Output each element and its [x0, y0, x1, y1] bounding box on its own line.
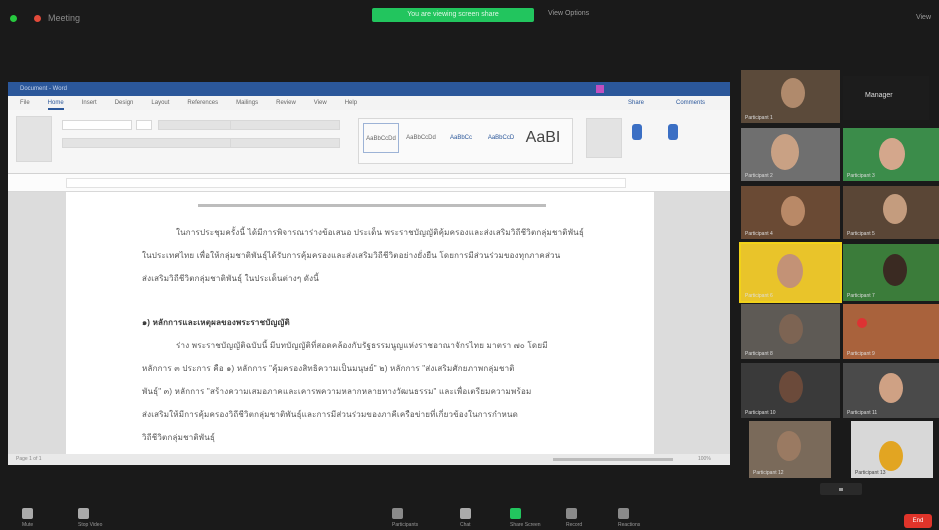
user-avatar-icon[interactable] — [596, 85, 604, 93]
menu-view[interactable]: View — [314, 96, 327, 110]
participant-tile[interactable]: Participant 2 — [741, 128, 840, 181]
shared-word-window[interactable]: Document - Word File Home Insert Design … — [8, 82, 730, 465]
video-icon — [78, 508, 89, 519]
styles-gallery[interactable]: AaBbCcDd AaBbCcDd AaBbCc AaBbCcD AaBI — [358, 118, 573, 164]
participant-tile[interactable]: Participant 5 — [843, 186, 939, 239]
mute-button[interactable]: Mute — [22, 508, 33, 528]
reactions-icon — [618, 508, 629, 519]
share-screen-button[interactable]: Share Screen — [510, 508, 541, 528]
word-comments-button[interactable]: Comments — [676, 96, 705, 110]
menu-references[interactable]: References — [187, 96, 218, 110]
word-share-button[interactable]: Share — [628, 96, 644, 110]
participant-tile[interactable]: Participant 3 — [843, 128, 939, 181]
document-area[interactable]: ในการประชุมครั้งนี้ ได้มีการพิจารณาร่างข… — [8, 192, 730, 454]
video-button[interactable]: Stop Video — [78, 508, 102, 528]
chat-button[interactable]: Chat — [460, 508, 471, 528]
recording-icon — [34, 15, 41, 22]
word-ribbon: AaBbCcDd AaBbCcDd AaBbCc AaBbCcD AaBI — [8, 110, 730, 174]
participant-tile[interactable]: Participant 8 — [741, 304, 840, 359]
record-button[interactable]: Record — [566, 508, 582, 528]
alignment-buttons[interactable] — [230, 138, 340, 148]
page-count: Page 1 of 1 — [16, 456, 42, 462]
font-name-field[interactable] — [62, 120, 132, 130]
editing-group[interactable] — [586, 118, 622, 158]
doc-p2-line1: ร่าง พระราชบัญญัติฉบับนี้ มีบทบัญญัติที่… — [176, 341, 548, 350]
window-control-icon[interactable] — [10, 15, 17, 22]
doc-p2-line3: พันธุ์" ๓) หลักการ "สร้างความเสมอภาคและเ… — [142, 387, 532, 396]
zoom-level: 100% — [698, 456, 711, 462]
menu-home[interactable]: Home — [47, 96, 64, 110]
reactions-button[interactable]: Reactions — [618, 508, 640, 528]
paste-button[interactable] — [16, 116, 52, 162]
separator-line — [198, 204, 546, 207]
word-title-bar: Document - Word — [8, 82, 730, 96]
menu-design[interactable]: Design — [115, 96, 134, 110]
gallery-next-page-button[interactable] — [820, 483, 862, 495]
style-title[interactable]: AaBI — [525, 123, 561, 153]
editor-icon[interactable] — [668, 124, 678, 140]
participant-tile[interactable]: Participant 4 — [741, 186, 840, 239]
menu-layout[interactable]: Layout — [151, 96, 169, 110]
style-heading-2[interactable]: AaBbCcD — [483, 123, 519, 153]
font-size-field[interactable] — [136, 120, 152, 130]
meeting-window: Meeting You are viewing screen share Vie… — [0, 0, 939, 530]
doc-p2-line2: หลักการ ๓ ประการ คือ ๑) หลักการ "คุ้มครอ… — [142, 364, 515, 373]
view-options-button[interactable]: View Options — [548, 10, 589, 17]
doc-p1-line3: ส่งเสริมวิถีชีวิตกลุ่มชาติพันธุ์ ในประเด… — [142, 274, 319, 283]
zoom-slider[interactable] — [553, 458, 673, 461]
document-page[interactable]: ในการประชุมครั้งนี้ ได้มีการพิจารณาร่างข… — [66, 192, 654, 454]
view-button[interactable]: View — [916, 14, 931, 21]
mic-icon — [22, 508, 33, 519]
doc-heading: ๑) หลักการและเหตุผลของพระราชบัญญัติ — [142, 318, 290, 327]
style-no-spacing[interactable]: AaBbCcDd — [403, 123, 439, 153]
participant-tile[interactable]: Participant 9 — [843, 304, 939, 359]
participant-tile[interactable]: Participant 7 — [843, 244, 939, 301]
chevron-down-icon — [839, 488, 843, 491]
participant-tile[interactable]: Participant 11 — [843, 363, 939, 418]
participants-icon — [392, 508, 403, 519]
meeting-toolbar: Mute Stop Video Participants Chat Share … — [0, 500, 939, 530]
participant-tile[interactable]: Participant 12 — [749, 421, 831, 478]
record-icon — [566, 508, 577, 519]
menu-insert[interactable]: Insert — [82, 96, 97, 110]
doc-p1-line1: ในการประชุมครั้งนี้ ได้มีการพิจารณาร่างข… — [176, 228, 584, 237]
ruler[interactable] — [8, 174, 730, 192]
participant-tile[interactable]: Participant 10 — [741, 363, 840, 418]
active-speaker-tile[interactable]: Participant 6 — [739, 242, 842, 303]
style-normal[interactable]: AaBbCcDd — [363, 123, 399, 153]
doc-p2-line4: ส่งเสริมให้มีการคุ้มครองวิถีชีวิตกลุ่มชา… — [142, 410, 519, 419]
end-meeting-button[interactable]: End — [904, 514, 932, 528]
participant-tile[interactable]: Participant 1 — [741, 70, 840, 123]
doc-p2-line5: วิถีชีวิตกลุ่มชาติพันธุ์ — [142, 433, 216, 442]
menu-review[interactable]: Review — [276, 96, 296, 110]
active-speaker-name: Manager — [843, 76, 929, 120]
menu-mailings[interactable]: Mailings — [236, 96, 258, 110]
text-effects-buttons[interactable] — [62, 138, 238, 148]
menu-file[interactable]: File — [20, 96, 30, 110]
chat-icon — [460, 508, 471, 519]
screen-share-banner[interactable]: You are viewing screen share — [372, 8, 534, 22]
participants-button[interactable]: Participants — [392, 508, 418, 528]
word-menu-bar: File Home Insert Design Layout Reference… — [8, 96, 730, 110]
menu-help[interactable]: Help — [345, 96, 357, 110]
meeting-top-bar: Meeting You are viewing screen share Vie… — [0, 0, 939, 34]
style-heading-1[interactable]: AaBbCc — [443, 123, 479, 153]
paragraph-buttons[interactable] — [230, 120, 340, 130]
word-status-bar: Page 1 of 1 100% — [8, 454, 730, 465]
window-title: Meeting — [48, 13, 81, 23]
font-format-buttons[interactable] — [158, 120, 238, 130]
doc-p1-line2: ในประเทศไทย เพื่อให้กลุ่มชาติพันธุ์ได้รั… — [142, 251, 561, 260]
share-screen-icon — [510, 508, 521, 519]
word-title: Document - Word — [20, 86, 67, 92]
participant-tile[interactable]: Participant 13 — [851, 421, 933, 478]
dictate-icon[interactable] — [632, 124, 642, 140]
